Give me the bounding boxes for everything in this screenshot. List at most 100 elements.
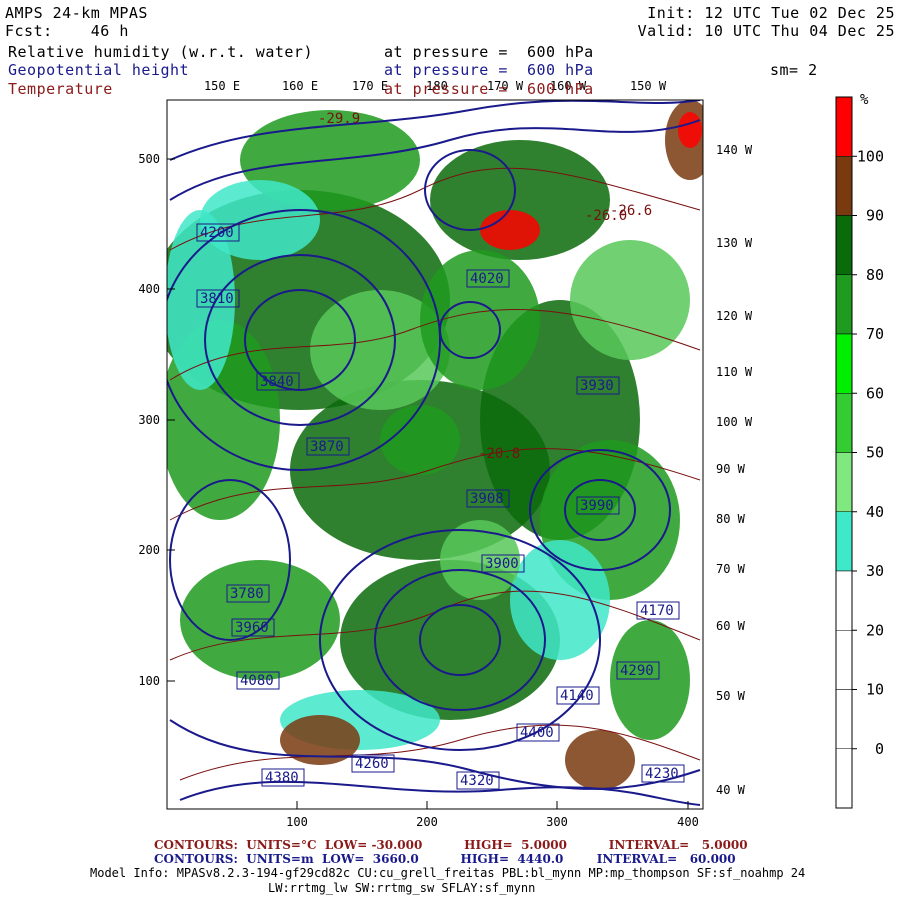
longitude-right-label: 40 W <box>716 783 746 797</box>
colorbar-label: 80 <box>866 266 884 284</box>
height-label: 3840 <box>256 372 300 391</box>
colorbar-label: 10 <box>866 681 884 699</box>
colorbar-segment <box>835 274 853 335</box>
longitude-right-label: 140 W <box>716 143 753 157</box>
height-label: 4200 <box>196 223 240 242</box>
height-label-text: 4080 <box>240 673 274 689</box>
height-label-text: 4290 <box>620 663 654 679</box>
x-grid-label: 300 <box>546 815 568 829</box>
height-label: 3990 <box>576 496 620 515</box>
longitude-right-label: 80 W <box>716 512 746 526</box>
longitude-top-label: 170 E <box>352 79 388 93</box>
height-label-text: 4230 <box>645 766 679 782</box>
height-label-text: 4140 <box>560 688 594 704</box>
rh-patch <box>678 112 702 148</box>
colorbar-segment <box>835 452 853 512</box>
height-label-text: 3908 <box>470 491 504 507</box>
height-label: 3900 <box>481 554 525 573</box>
y-grid-label: 400 <box>138 282 160 296</box>
height-label: 4320 <box>456 771 500 790</box>
height-label: 4380 <box>261 768 305 787</box>
height-label-text: 4020 <box>470 271 504 287</box>
footer-height-contours: CONTOURS: UNITS=m LOW= 3660.0 HIGH= 4440… <box>154 852 736 866</box>
height-label: 4400 <box>516 723 560 742</box>
colorbar-segment <box>835 689 853 749</box>
x-grid-label: 200 <box>416 815 438 829</box>
temperature-label: -26.6 <box>610 203 652 219</box>
longitude-right-label: 120 W <box>716 309 753 323</box>
height-label: 4020 <box>466 269 510 288</box>
footer-temp-contours: CONTOURS: UNITS=°C LOW= -30.000 HIGH= 5.… <box>154 838 748 852</box>
height-label-text: 4170 <box>640 603 674 619</box>
colorbar-segment <box>835 96 853 157</box>
height-label: 3810 <box>196 289 240 308</box>
temperature-label: -29.9 <box>318 111 360 127</box>
height-label-text: 3990 <box>580 498 614 514</box>
height-label: 4230 <box>641 764 685 783</box>
height-label-text: 4400 <box>520 725 554 741</box>
height-label-text: 4200 <box>200 225 234 241</box>
height-label-text: 3810 <box>200 291 234 307</box>
forecast-map: 438042604200408039603840387039003908 3990… <box>138 79 884 829</box>
rh-patch <box>570 240 690 360</box>
map-plot-area: 4380 4260 4200 4080 3960 3840 3870 3900 3908 3990… <box>167 100 703 809</box>
temperature-label: -20.8 <box>478 446 520 462</box>
longitude-right-label: 110 W <box>716 365 753 379</box>
height-label: 4170 <box>636 601 680 620</box>
longitude-right-label: 50 W <box>716 689 746 703</box>
colorbar-label: 50 <box>866 444 884 462</box>
height-label-text: 4320 <box>460 773 494 789</box>
height-label: 4260 <box>351 754 395 773</box>
colorbar-label: 30 <box>866 562 884 580</box>
height-label: 4140 <box>556 686 600 705</box>
height-label-text: 4260 <box>355 756 389 772</box>
height-label: 3960 <box>231 618 275 637</box>
height-label-text: 3900 <box>485 556 519 572</box>
rh-patch <box>480 210 540 250</box>
colorbar-label: 90 <box>866 207 884 225</box>
colorbar-label: 20 <box>866 621 884 639</box>
longitude-top-label: 150 W <box>630 79 667 93</box>
colorbar-label: 100 <box>857 147 884 165</box>
colorbar-label: 0 <box>875 740 884 758</box>
longitude-right-label: 90 W <box>716 462 746 476</box>
colorbar-segment <box>835 393 853 453</box>
longitude-top-label: 160 E <box>282 79 318 93</box>
colorbar-label: 60 <box>866 384 884 402</box>
field-temp-level: at pressure = 600 hPa <box>384 80 594 98</box>
height-label-text: 3870 <box>310 439 344 455</box>
height-label-text: 3930 <box>580 378 614 394</box>
colorbar-label: 70 <box>866 325 884 343</box>
colorbar-segment <box>835 333 853 394</box>
y-grid-label: 100 <box>138 674 160 688</box>
rh-patch <box>200 180 320 260</box>
colorbar-segment <box>835 156 853 216</box>
x-grid-label: 100 <box>286 815 308 829</box>
longitude-right-label: 130 W <box>716 236 753 250</box>
colorbar-label: 40 <box>866 503 884 521</box>
height-label: 3930 <box>576 376 620 395</box>
height-label-text: 3780 <box>230 586 264 602</box>
height-label: 3908 <box>466 489 510 508</box>
height-label: 3870 <box>306 437 350 456</box>
rh-patch <box>510 540 610 660</box>
colorbar-segment <box>835 511 853 572</box>
longitude-right-label: 60 W <box>716 619 746 633</box>
colorbar-segment <box>835 748 853 809</box>
rh-patch <box>610 620 690 740</box>
footer-physics: LW:rrtmg_lw SW:rrtmg_sw SFLAY:sf_mynn <box>268 881 536 895</box>
y-grid-label: 300 <box>138 413 160 427</box>
rh-patch <box>565 730 635 790</box>
height-label-text: 3960 <box>235 620 269 636</box>
height-label-text: 4380 <box>265 770 299 786</box>
colorbar-segment <box>835 570 853 631</box>
height-label-text: 3840 <box>260 374 294 390</box>
height-label: 4080 <box>236 671 280 690</box>
height-label: 4290 <box>616 661 660 680</box>
longitude-right-label: 100 W <box>716 415 753 429</box>
colorbar-unit: % <box>860 92 869 108</box>
height-label: 3780 <box>226 584 270 603</box>
y-grid-label: 500 <box>138 152 160 166</box>
y-grid-label: 200 <box>138 543 160 557</box>
colorbar-segment <box>835 215 853 275</box>
